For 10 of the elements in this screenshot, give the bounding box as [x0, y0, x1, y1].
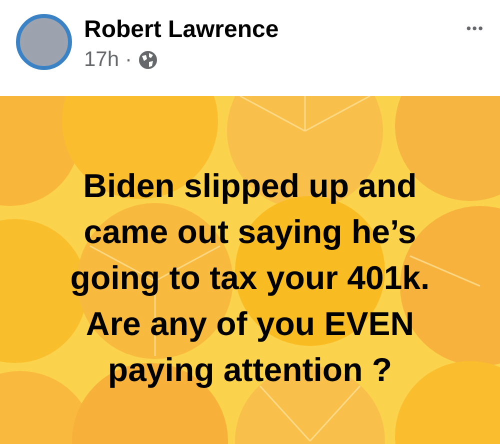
post-text-line: came out saying he’s [84, 212, 416, 252]
post-text-line: Biden slipped up and [83, 166, 417, 206]
post-text-line: paying attention ? [108, 350, 392, 390]
post-text-line: going to tax your 401k. [70, 258, 430, 298]
post-text-line: Are any of you EVEN [86, 304, 414, 344]
post-time[interactable]: 17h [84, 46, 120, 74]
more-options-button[interactable]: ••• [466, 18, 484, 39]
author-name[interactable]: Robert Lawrence [84, 14, 279, 46]
globe-icon [138, 50, 158, 70]
separator: · [125, 47, 132, 73]
